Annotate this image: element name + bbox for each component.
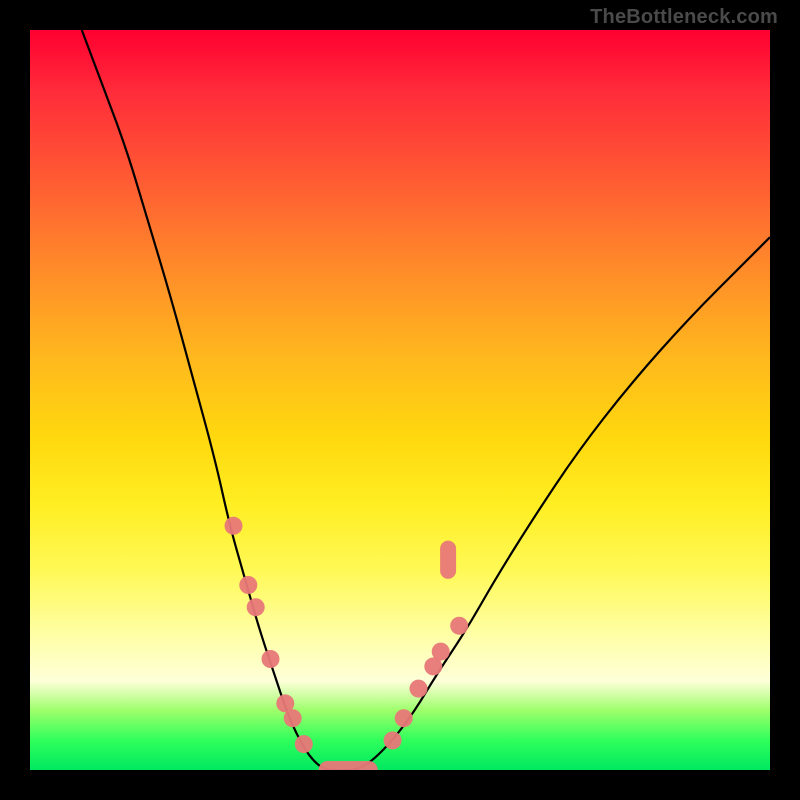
curve-marker-dot — [384, 731, 402, 749]
curve-marker-dot — [225, 517, 243, 535]
curve-marker-dot — [247, 598, 265, 616]
curve-marker-dot — [262, 650, 280, 668]
watermark-text: TheBottleneck.com — [590, 6, 778, 29]
curve-vert-pill — [440, 541, 456, 579]
curve-marker-dot — [239, 576, 257, 594]
curve-marker-dot — [295, 735, 313, 753]
curve-path — [82, 30, 770, 770]
curve-markers — [225, 517, 469, 770]
curve-marker-dot — [284, 709, 302, 727]
chart-frame: TheBottleneck.com — [0, 0, 800, 800]
curve-marker-dot — [432, 643, 450, 661]
curve-flat-pill — [319, 761, 378, 770]
plot-area — [30, 30, 770, 770]
bottleneck-curve — [30, 30, 770, 770]
curve-marker-dot — [450, 617, 468, 635]
curve-marker-dot — [410, 680, 428, 698]
curve-marker-dot — [395, 709, 413, 727]
